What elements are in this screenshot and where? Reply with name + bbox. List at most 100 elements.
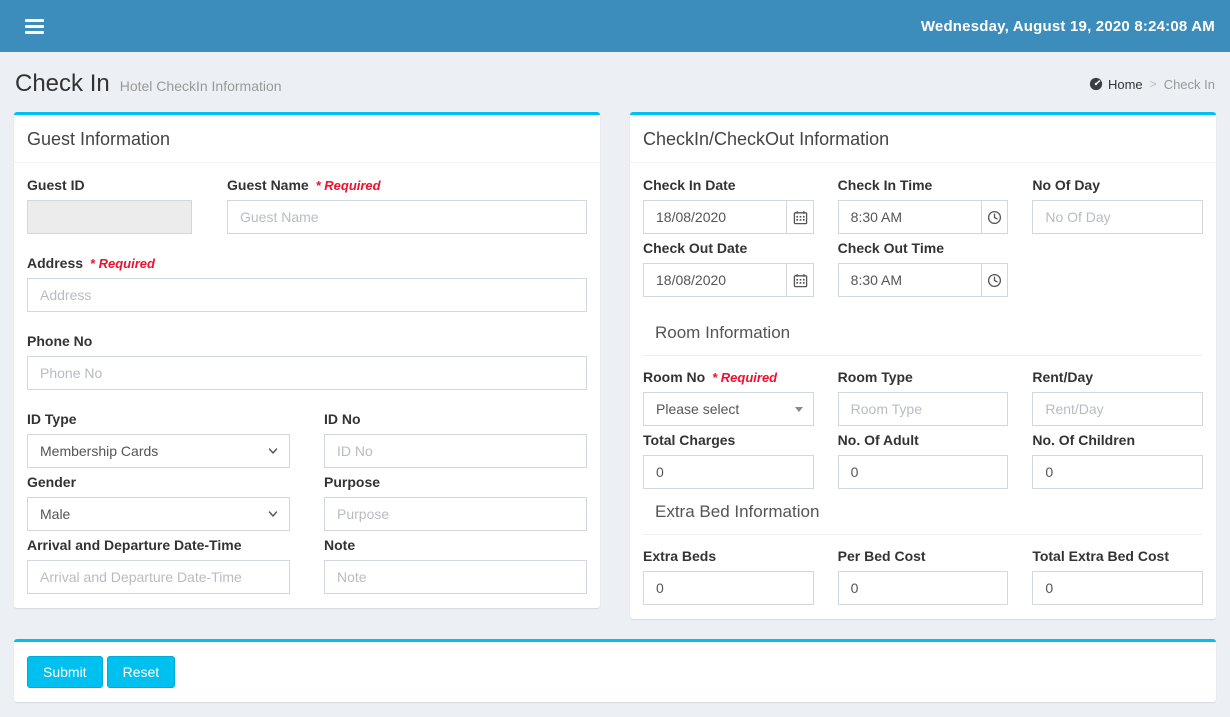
phone-label: Phone No xyxy=(27,333,587,349)
total-extra-bed-cost-label: Total Extra Bed Cost xyxy=(1032,548,1203,564)
check-out-date-input[interactable] xyxy=(643,263,786,297)
rent-day-field-group: Rent/Day xyxy=(1032,369,1203,426)
guest-id-input xyxy=(27,200,192,234)
no-of-day-input[interactable] xyxy=(1032,200,1203,234)
form-actions-panel: Submit Reset xyxy=(14,639,1216,702)
guest-panel-header: Guest Information xyxy=(14,115,600,163)
total-extra-bed-cost-input[interactable] xyxy=(1032,571,1203,605)
check-in-time-field-group: Check In Time xyxy=(838,177,1009,234)
room-type-field-group: Room Type xyxy=(838,369,1009,426)
room-type-label: Room Type xyxy=(838,369,1009,385)
checkinout-panel-header: CheckIn/CheckOut Information xyxy=(630,115,1216,163)
check-in-time-input[interactable] xyxy=(838,200,981,234)
check-out-date-picker-button[interactable] xyxy=(786,263,813,297)
breadcrumb: Home > Check In xyxy=(1089,77,1215,92)
check-in-time-picker-button[interactable] xyxy=(981,200,1008,234)
no-of-adult-input[interactable] xyxy=(838,455,1009,489)
arrival-departure-field-group: Arrival and Departure Date-Time xyxy=(27,537,290,594)
check-in-date-picker-button[interactable] xyxy=(786,200,813,234)
guest-information-panel: Guest Information Guest ID Guest Name * … xyxy=(14,112,600,608)
sidebar-toggle-button[interactable] xyxy=(15,8,55,44)
address-field-group: Address * Required xyxy=(27,255,587,312)
caret-down-icon xyxy=(795,407,803,412)
clock-icon xyxy=(987,210,1002,225)
phone-field-group: Phone No xyxy=(27,333,587,390)
chevron-down-icon xyxy=(267,445,279,457)
check-out-time-field-group: Check Out Time xyxy=(838,240,1009,297)
chevron-down-icon xyxy=(267,508,279,520)
check-in-time-label: Check In Time xyxy=(838,177,1009,193)
checkinout-panel-title: CheckIn/CheckOut Information xyxy=(643,129,1203,150)
guest-name-input[interactable] xyxy=(227,200,587,234)
address-label: Address * Required xyxy=(27,255,587,271)
total-extra-bed-cost-field-group: Total Extra Bed Cost xyxy=(1032,548,1203,605)
guest-id-label: Guest ID xyxy=(27,177,192,193)
reset-button[interactable]: Reset xyxy=(107,656,176,688)
calendar-icon xyxy=(793,210,808,225)
dashboard-icon xyxy=(1089,77,1103,91)
breadcrumb-home-link[interactable]: Home xyxy=(1089,77,1143,92)
breadcrumb-home-label: Home xyxy=(1108,77,1143,92)
submit-button[interactable]: Submit xyxy=(27,656,103,688)
no-of-children-input[interactable] xyxy=(1032,455,1203,489)
gender-field-group: Gender Male xyxy=(27,474,290,531)
check-in-date-input[interactable] xyxy=(643,200,786,234)
page-header: Check In Hotel CheckIn Information Home … xyxy=(14,52,1216,112)
top-navbar: Wednesday, August 19, 2020 8:24:08 AM xyxy=(0,0,1230,52)
guest-panel-title: Guest Information xyxy=(27,129,587,150)
hamburger-icon xyxy=(25,19,44,22)
check-out-date-label: Check Out Date xyxy=(643,240,814,256)
room-type-input[interactable] xyxy=(838,392,1009,426)
no-of-day-label: No Of Day xyxy=(1032,177,1203,193)
gender-select[interactable]: Male xyxy=(27,497,290,531)
total-charges-input[interactable] xyxy=(643,455,814,489)
id-no-field-group: ID No xyxy=(324,411,587,468)
no-of-children-label: No. Of Children xyxy=(1032,432,1203,448)
check-in-date-field-group: Check In Date xyxy=(643,177,814,234)
rent-day-label: Rent/Day xyxy=(1032,369,1203,385)
hamburger-icon xyxy=(25,31,44,34)
total-charges-label: Total Charges xyxy=(643,432,814,448)
calendar-icon xyxy=(793,273,808,288)
phone-input[interactable] xyxy=(27,356,587,390)
per-bed-cost-input[interactable] xyxy=(838,571,1009,605)
guest-id-field-group: Guest ID xyxy=(27,177,192,234)
extra-beds-input[interactable] xyxy=(643,571,814,605)
id-no-label: ID No xyxy=(324,411,587,427)
required-indicator: * Required xyxy=(90,256,155,271)
total-charges-field-group: Total Charges xyxy=(643,432,814,489)
per-bed-cost-field-group: Per Bed Cost xyxy=(838,548,1009,605)
hamburger-icon xyxy=(25,25,44,28)
clock-icon xyxy=(987,273,1002,288)
check-out-date-field-group: Check Out Date xyxy=(643,240,814,297)
datetime-display: Wednesday, August 19, 2020 8:24:08 AM xyxy=(921,18,1215,35)
guest-name-field-group: Guest Name * Required xyxy=(227,177,587,234)
no-of-adult-label: No. Of Adult xyxy=(838,432,1009,448)
breadcrumb-current: Check In xyxy=(1164,77,1215,92)
id-type-field-group: ID Type Membership Cards xyxy=(27,411,290,468)
note-label: Note xyxy=(324,537,587,553)
page-title: Check In xyxy=(15,70,110,98)
checkin-checkout-panel: CheckIn/CheckOut Information Check In Da… xyxy=(630,112,1216,619)
gender-label: Gender xyxy=(27,474,290,490)
note-field-group: Note xyxy=(324,537,587,594)
no-of-adult-field-group: No. Of Adult xyxy=(838,432,1009,489)
purpose-input[interactable] xyxy=(324,497,587,531)
id-no-input[interactable] xyxy=(324,434,587,468)
note-input[interactable] xyxy=(324,560,587,594)
breadcrumb-separator: > xyxy=(1150,77,1157,91)
arrival-departure-input[interactable] xyxy=(27,560,290,594)
arrival-departure-label: Arrival and Departure Date-Time xyxy=(27,537,290,553)
room-no-select[interactable]: Please select xyxy=(643,392,814,426)
extra-bed-information-heading: Extra Bed Information xyxy=(643,502,1203,535)
extra-beds-field-group: Extra Beds xyxy=(643,548,814,605)
room-no-field-group: Room No * Required Please select xyxy=(643,369,814,426)
id-type-select[interactable]: Membership Cards xyxy=(27,434,290,468)
address-input[interactable] xyxy=(27,278,587,312)
check-out-time-input[interactable] xyxy=(838,263,981,297)
check-out-time-picker-button[interactable] xyxy=(981,263,1008,297)
no-of-day-field-group: No Of Day xyxy=(1032,177,1203,234)
rent-day-input[interactable] xyxy=(1032,392,1203,426)
purpose-field-group: Purpose xyxy=(324,474,587,531)
check-out-time-label: Check Out Time xyxy=(838,240,1009,256)
